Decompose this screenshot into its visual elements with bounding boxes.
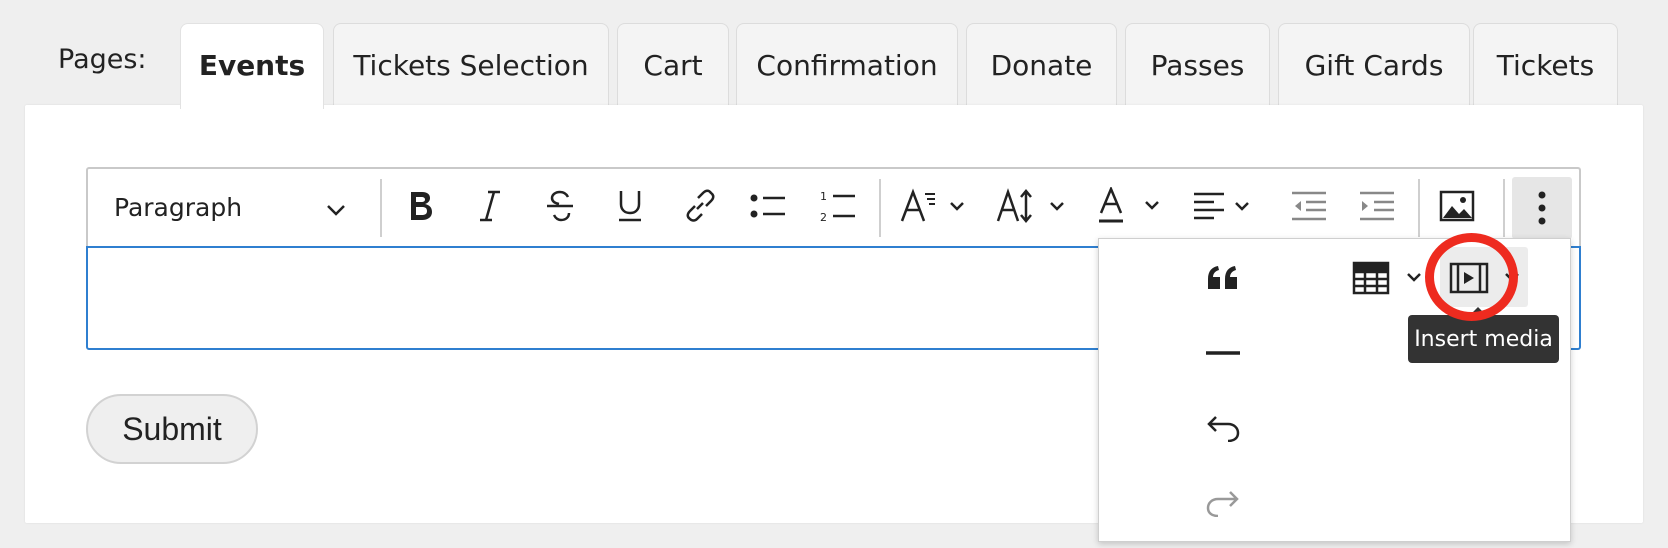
submit-button[interactable]: Submit bbox=[86, 394, 258, 464]
tab-tickets[interactable]: Tickets bbox=[1473, 23, 1618, 106]
bullet-list-icon[interactable] bbox=[745, 180, 791, 232]
block-format-select[interactable]: Paragraph bbox=[100, 178, 360, 236]
font-size-icon[interactable] bbox=[993, 180, 1069, 232]
tab-gift-cards[interactable]: Gift Cards bbox=[1278, 23, 1470, 106]
link-icon[interactable] bbox=[677, 180, 723, 232]
align-icon[interactable] bbox=[1190, 180, 1260, 232]
undo-icon[interactable] bbox=[1200, 408, 1246, 448]
svg-text:1: 1 bbox=[820, 190, 827, 203]
insert-media-tooltip: Insert media bbox=[1408, 307, 1559, 363]
toolbar-separator bbox=[1503, 179, 1505, 237]
image-icon[interactable] bbox=[1434, 180, 1480, 232]
tab-events[interactable]: Events bbox=[180, 23, 324, 109]
tab-donate[interactable]: Donate bbox=[966, 23, 1117, 106]
toolbar-separator bbox=[879, 179, 881, 237]
underline-icon[interactable] bbox=[607, 180, 653, 232]
chevron-down-icon bbox=[326, 193, 346, 222]
tab-cart[interactable]: Cart bbox=[617, 23, 729, 106]
redo-icon[interactable] bbox=[1200, 483, 1246, 523]
more-icon[interactable] bbox=[1512, 177, 1572, 239]
text-color-icon[interactable] bbox=[1096, 180, 1166, 232]
italic-icon[interactable] bbox=[467, 180, 513, 232]
font-family-icon[interactable] bbox=[896, 180, 972, 232]
svg-text:2: 2 bbox=[820, 211, 827, 224]
strikethrough-icon[interactable] bbox=[537, 180, 583, 232]
block-format-value: Paragraph bbox=[114, 192, 243, 222]
annotation-highlight-circle bbox=[1425, 233, 1518, 321]
indent-icon[interactable] bbox=[1354, 180, 1400, 232]
bold-icon[interactable] bbox=[398, 180, 444, 232]
blockquote-icon[interactable] bbox=[1200, 258, 1246, 298]
toolbar-separator bbox=[1418, 179, 1420, 237]
tab-tickets-selection[interactable]: Tickets Selection bbox=[333, 23, 609, 106]
numbered-list-icon[interactable]: 12 bbox=[815, 180, 861, 232]
toolbar-separator bbox=[380, 179, 382, 237]
outdent-icon[interactable] bbox=[1286, 180, 1332, 232]
tab-confirmation[interactable]: Confirmation bbox=[736, 23, 958, 106]
tab-passes[interactable]: Passes bbox=[1125, 23, 1270, 106]
pages-label: Pages: bbox=[58, 44, 147, 75]
table-icon[interactable] bbox=[1350, 258, 1430, 298]
horizontal-line-icon[interactable] bbox=[1200, 333, 1246, 373]
